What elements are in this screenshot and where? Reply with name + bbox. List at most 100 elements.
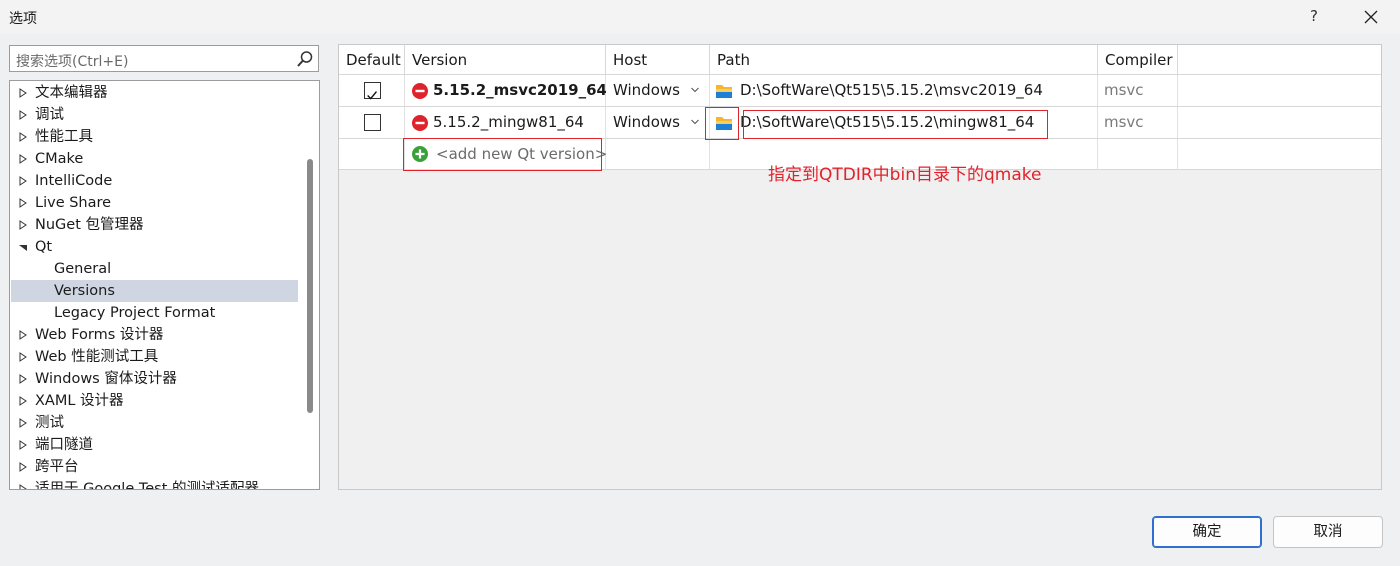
- collapsed-arrow-icon[interactable]: [17, 390, 29, 412]
- collapsed-arrow-icon[interactable]: [17, 170, 29, 192]
- tree-item[interactable]: Live Share: [11, 192, 298, 214]
- row1-default-cell: [339, 75, 405, 107]
- tree-item-label: 调试: [35, 107, 64, 123]
- collapsed-arrow-icon[interactable]: [17, 192, 29, 214]
- row1-host-cell[interactable]: Windows: [606, 75, 710, 107]
- tree-item-label: 性能工具: [35, 129, 93, 145]
- tree-item-label: NuGet 包管理器: [35, 217, 144, 233]
- highlight-add-version: [403, 138, 602, 171]
- tree-item[interactable]: Windows 窗体设计器: [11, 368, 298, 390]
- tree-item[interactable]: 端口隧道: [11, 434, 298, 456]
- compiler-value: msvc: [1104, 81, 1144, 99]
- chevron-down-icon[interactable]: [690, 117, 700, 127]
- collapsed-arrow-icon[interactable]: [17, 104, 29, 126]
- row1-version-cell[interactable]: 5.15.2_msvc2019_64: [405, 75, 607, 107]
- row2-compiler-cell: msvc: [1098, 107, 1178, 139]
- ok-button[interactable]: 确定: [1152, 516, 1262, 548]
- tree-item-label: General: [54, 261, 112, 277]
- collapsed-arrow-icon[interactable]: [17, 148, 29, 170]
- check-icon: [367, 91, 378, 100]
- search-icon[interactable]: [296, 50, 314, 68]
- close-icon[interactable]: [1360, 6, 1382, 28]
- tree-item-label: 适用于 Google Test 的测试适配器: [35, 481, 260, 490]
- collapsed-arrow-icon[interactable]: [17, 478, 29, 490]
- collapsed-arrow-icon[interactable]: [17, 346, 29, 368]
- collapsed-arrow-icon[interactable]: [17, 412, 29, 434]
- tree-item[interactable]: Legacy Project Format: [11, 302, 298, 324]
- tree-item[interactable]: 测试: [11, 412, 298, 434]
- tree-item[interactable]: General: [11, 258, 298, 280]
- row1-path-cell[interactable]: D:\SoftWare\Qt515\5.15.2\msvc2019_64: [710, 75, 1098, 107]
- tree-item-label: IntelliCode: [35, 173, 113, 189]
- tree-item[interactable]: 文本编辑器: [11, 82, 298, 104]
- add-row-compiler-cell: [1098, 139, 1178, 170]
- row1-filler: [1178, 75, 1381, 107]
- header-filler: [1178, 45, 1381, 75]
- tree-item-label: Web 性能测试工具: [35, 349, 159, 365]
- version-name: 5.15.2_msvc2019_64: [433, 81, 607, 99]
- help-button[interactable]: ?: [1304, 6, 1324, 26]
- tree-item-label: Qt: [35, 239, 53, 255]
- tree-item-label: Versions: [54, 283, 115, 299]
- row2-version-cell[interactable]: 5.15.2_mingw81_64: [405, 107, 606, 139]
- row2-filler: [1178, 107, 1381, 139]
- tree-item[interactable]: IntelliCode: [11, 170, 298, 192]
- cancel-button[interactable]: 取消: [1273, 516, 1383, 548]
- tree-item[interactable]: Qt: [11, 236, 298, 258]
- version-name: 5.15.2_mingw81_64: [433, 113, 584, 131]
- collapsed-arrow-icon[interactable]: [17, 126, 29, 148]
- search-placeholder: 搜索选项(Ctrl+E): [16, 54, 129, 70]
- window-title: 选项: [9, 11, 37, 27]
- expanded-arrow-icon[interactable]: [17, 236, 29, 258]
- row1-compiler-cell: msvc: [1098, 75, 1178, 107]
- tree-item-label: XAML 设计器: [35, 393, 124, 409]
- tree-item-label: Live Share: [35, 195, 112, 211]
- tree-item-label: Legacy Project Format: [54, 305, 216, 321]
- tree-item[interactable]: CMake: [11, 148, 298, 170]
- collapsed-arrow-icon[interactable]: [17, 368, 29, 390]
- collapsed-arrow-icon[interactable]: [17, 82, 29, 104]
- error-icon: [412, 115, 428, 131]
- tree-scrollbar[interactable]: [306, 81, 319, 489]
- tree-item[interactable]: XAML 设计器: [11, 390, 298, 412]
- header-host[interactable]: Host: [606, 45, 710, 75]
- tree-item-label: 跨平台: [35, 459, 79, 475]
- header-default[interactable]: Default: [339, 45, 405, 75]
- tree-item[interactable]: 适用于 Google Test 的测试适配器: [11, 478, 298, 490]
- highlight-folder-button: [705, 107, 739, 140]
- annotation-note: 指定到QTDIR中bin目录下的qmake: [768, 165, 1042, 185]
- search-input[interactable]: 搜索选项(Ctrl+E): [9, 45, 319, 72]
- collapsed-arrow-icon[interactable]: [17, 214, 29, 236]
- tree-item[interactable]: 跨平台: [11, 456, 298, 478]
- tree-item-label: Windows 窗体设计器: [35, 371, 177, 387]
- default-checkbox[interactable]: [364, 82, 381, 100]
- tree-item-label: CMake: [35, 151, 84, 167]
- path-value: D:\SoftWare\Qt515\5.15.2\msvc2019_64: [740, 81, 1043, 99]
- chevron-down-icon[interactable]: [690, 85, 700, 95]
- error-icon: [412, 83, 428, 99]
- tree-item-label: 测试: [35, 415, 64, 431]
- tree-scrollbar-thumb[interactable]: [307, 159, 313, 413]
- tree-item[interactable]: Versions: [11, 280, 298, 302]
- host-value: Windows: [613, 113, 680, 131]
- collapsed-arrow-icon[interactable]: [17, 434, 29, 456]
- tree-item[interactable]: NuGet 包管理器: [11, 214, 298, 236]
- tree-item[interactable]: Web 性能测试工具: [11, 346, 298, 368]
- folder-icon[interactable]: [715, 83, 733, 99]
- add-row-filler: [1178, 139, 1381, 170]
- tree-item[interactable]: Web Forms 设计器: [11, 324, 298, 346]
- collapsed-arrow-icon[interactable]: [17, 456, 29, 478]
- tree-item[interactable]: 性能工具: [11, 126, 298, 148]
- default-checkbox[interactable]: [364, 114, 381, 131]
- add-row-default-cell: [339, 139, 405, 170]
- tree-item-label: 端口隧道: [35, 437, 93, 453]
- tree-item[interactable]: 调试: [11, 104, 298, 126]
- collapsed-arrow-icon[interactable]: [17, 324, 29, 346]
- row2-host-cell[interactable]: Windows: [606, 107, 710, 139]
- header-path[interactable]: Path: [710, 45, 1098, 75]
- tree-item-label: 文本编辑器: [35, 85, 108, 101]
- header-version[interactable]: Version: [405, 45, 606, 75]
- header-compiler[interactable]: Compiler: [1098, 45, 1178, 75]
- compiler-value: msvc: [1104, 113, 1144, 131]
- highlight-path-field: [743, 110, 1048, 139]
